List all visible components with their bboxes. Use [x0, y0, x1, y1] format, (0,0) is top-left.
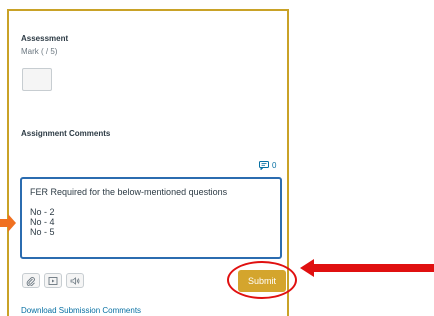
submit-highlight-circle: [227, 261, 297, 299]
media-toolbar: [22, 273, 84, 288]
grading-panel: Assessment Mark ( / 5) Assignment Commen…: [7, 9, 297, 316]
attach-file-button[interactable]: [22, 273, 40, 288]
side-arrow-icon: [0, 214, 16, 232]
media-comment-button[interactable]: [44, 273, 62, 288]
audio-icon: [70, 276, 80, 285]
mark-input[interactable]: [22, 68, 52, 91]
pointer-arrow-icon: [300, 259, 434, 277]
download-submission-comments-link[interactable]: Download Submission Comments: [21, 306, 141, 315]
comment-textarea[interactable]: FER Required for the below-mentioned que…: [20, 177, 282, 259]
comment-count[interactable]: 0: [259, 161, 276, 170]
comment-count-value: 0: [272, 161, 277, 170]
paperclip-icon: [26, 276, 35, 286]
assessment-heading: Assessment: [21, 34, 69, 43]
audio-comment-button[interactable]: [66, 273, 84, 288]
comment-bubble-icon: [259, 161, 269, 170]
comments-heading: Assignment Comments: [21, 129, 111, 138]
mark-label: Mark ( / 5): [21, 47, 58, 56]
media-icon: [48, 276, 58, 285]
